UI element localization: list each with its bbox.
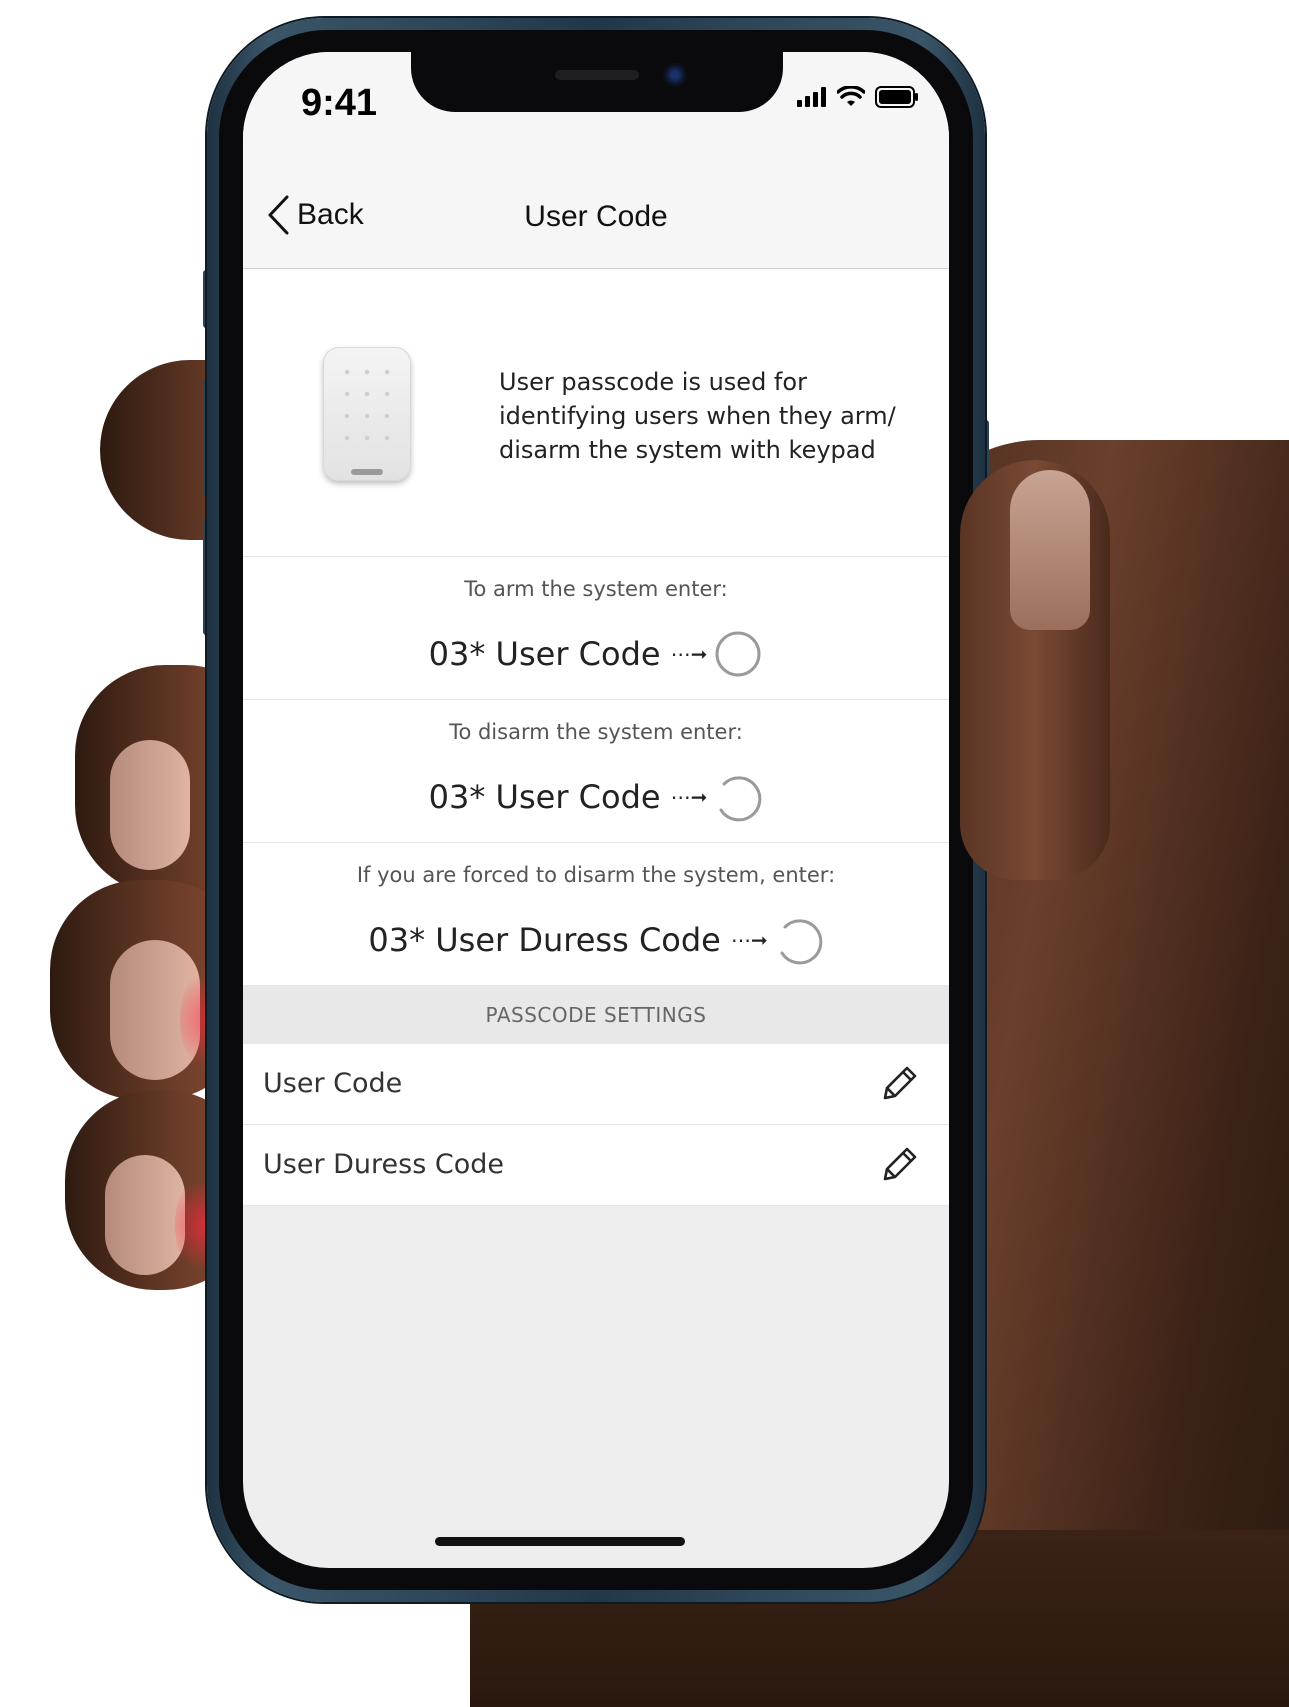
- status-time: 9:41: [301, 82, 378, 124]
- dotted-arrow-icon: ⋯➞: [670, 785, 708, 809]
- signal-icon: [797, 87, 826, 107]
- instruction-label: To disarm the system enter:: [449, 720, 743, 744]
- status-icons: [797, 86, 919, 108]
- instruction-label: If you are forced to disarm the system, …: [356, 863, 836, 887]
- navigation-bar: Back User Code: [243, 142, 949, 269]
- setting-row-user-code[interactable]: User Code: [243, 1044, 949, 1125]
- wifi-icon: [837, 86, 865, 106]
- pencil-icon[interactable]: [877, 1143, 921, 1187]
- arm-instruction: To arm the system enter: 03* User Code ⋯…: [243, 557, 949, 700]
- arm-circle-icon: [715, 631, 761, 677]
- keypad-logo-bar: [351, 469, 383, 475]
- instruction-code-text: 03* User Code: [428, 778, 661, 816]
- instruction-code: 03* User Duress Code ⋯➞: [243, 915, 949, 965]
- duress-instruction: If you are forced to disarm the system, …: [243, 843, 949, 986]
- setting-row-user-duress-code[interactable]: User Duress Code: [243, 1125, 949, 1206]
- keypad-buttons: [337, 361, 397, 451]
- instruction-code-text: 03* User Duress Code: [368, 921, 721, 959]
- dotted-arrow-icon: ⋯➞: [730, 928, 768, 952]
- phone-notch: [411, 52, 783, 112]
- keypad-image: [323, 347, 411, 481]
- dotted-arrow-icon: ⋯➞: [670, 642, 708, 666]
- instruction-code: 03* User Code ⋯➞: [243, 629, 949, 679]
- intro-description: User passcode is used for identifying us…: [499, 368, 896, 464]
- intro-section: User passcode is used for identifying us…: [243, 269, 949, 557]
- section-header-passcode-settings: PASSCODE SETTINGS: [243, 986, 949, 1044]
- fingernail: [110, 740, 190, 870]
- setting-label: User Code: [263, 1068, 403, 1099]
- setting-label: User Duress Code: [263, 1149, 504, 1180]
- instruction-label: To arm the system enter:: [464, 577, 728, 601]
- instruction-code: 03* User Code ⋯➞: [243, 772, 949, 822]
- thumbnail: [1010, 470, 1090, 630]
- content: User passcode is used for identifying us…: [243, 269, 949, 1206]
- disarm-circle-icon: [719, 776, 762, 822]
- phone-speaker: [555, 70, 639, 80]
- home-indicator[interactable]: [435, 1537, 685, 1546]
- pencil-icon[interactable]: [877, 1062, 921, 1106]
- fingernail: [105, 1155, 185, 1275]
- page-title: User Code: [524, 200, 668, 233]
- instruction-code-text: 03* User Code: [428, 635, 661, 673]
- phone-screen: 9:41 Back User Code User passcode is use…: [243, 52, 949, 1568]
- front-camera: [663, 63, 687, 87]
- disarm-instruction: To disarm the system enter: 03* User Cod…: [243, 700, 949, 843]
- battery-icon: [875, 86, 918, 108]
- duress-circle-icon: [780, 919, 822, 965]
